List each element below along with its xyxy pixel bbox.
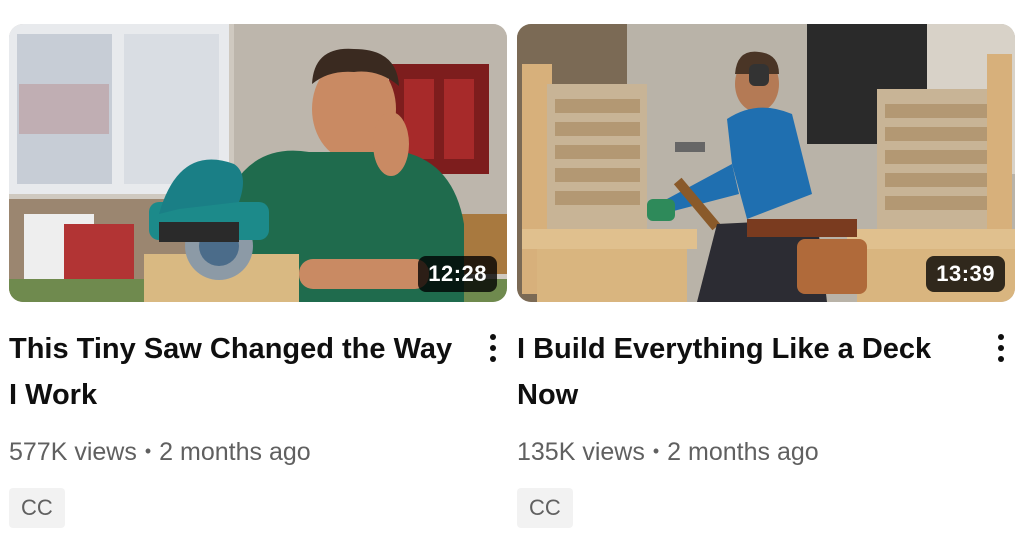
video-grid: 12:28 This Tiny Saw Changed the Way I Wo… xyxy=(0,0,1024,550)
cc-badge: CC xyxy=(517,488,573,528)
video-card[interactable]: 12:28 This Tiny Saw Changed the Way I Wo… xyxy=(9,24,507,528)
video-title[interactable]: This Tiny Saw Changed the Way I Work xyxy=(9,326,467,418)
separator-dot: • xyxy=(144,441,152,461)
more-vert-icon[interactable] xyxy=(481,330,505,366)
cc-badge: CC xyxy=(9,488,65,528)
video-meta: I Build Everything Like a Deck Now 135K … xyxy=(517,326,1015,528)
video-title[interactable]: I Build Everything Like a Deck Now xyxy=(517,326,975,418)
video-stats: 135K views • 2 months ago xyxy=(517,436,975,470)
upload-age: 2 months ago xyxy=(667,438,819,466)
video-meta: This Tiny Saw Changed the Way I Work 577… xyxy=(9,326,507,528)
video-duration: 13:39 xyxy=(926,256,1005,292)
view-count: 135K views xyxy=(517,438,645,466)
video-duration: 12:28 xyxy=(418,256,497,292)
video-thumbnail[interactable]: 13:39 xyxy=(517,24,1015,302)
upload-age: 2 months ago xyxy=(159,438,311,466)
video-stats: 577K views • 2 months ago xyxy=(9,436,467,470)
video-thumbnail[interactable]: 12:28 xyxy=(9,24,507,302)
separator-dot: • xyxy=(652,441,660,461)
more-vert-icon[interactable] xyxy=(989,330,1013,366)
view-count: 577K views xyxy=(9,438,137,466)
video-card[interactable]: 13:39 I Build Everything Like a Deck Now… xyxy=(517,24,1015,528)
